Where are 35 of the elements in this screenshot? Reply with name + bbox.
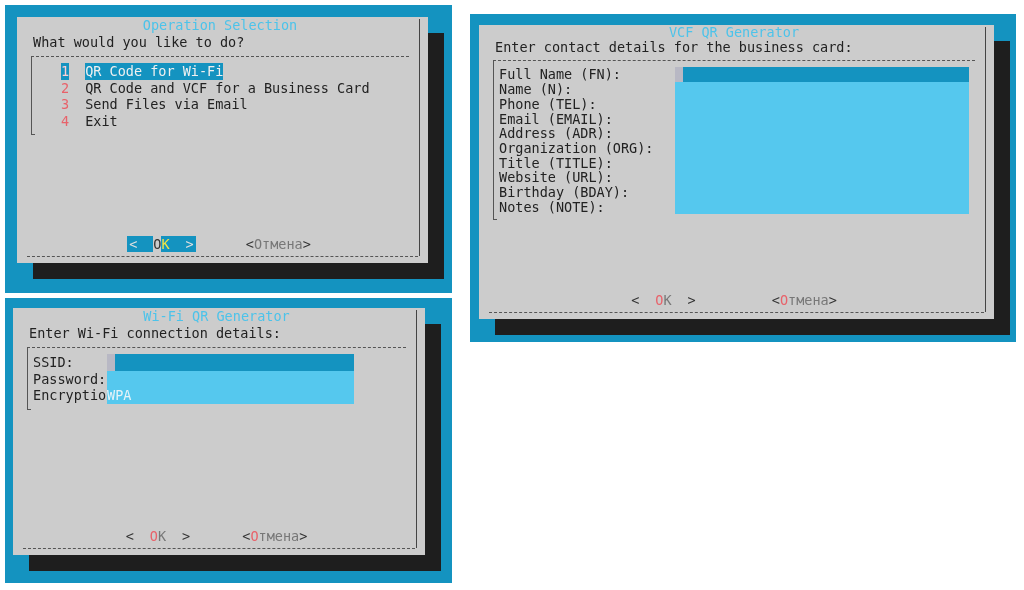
dialog-button[interactable]: <Отмена> — [240, 527, 310, 544]
dialog-button[interactable]: < OK > — [629, 293, 698, 308]
menu-item-number: 1 — [61, 63, 70, 80]
input-field[interactable] — [675, 82, 969, 97]
dialog-title: Operation Selection — [141, 17, 299, 34]
dialog-prompt: What would you like to do? — [32, 33, 246, 50]
input-field[interactable] — [107, 354, 354, 371]
field-label: Name (N): — [499, 82, 574, 97]
field-label: Address (ADR): — [499, 126, 614, 141]
dialog-prompt: Enter Wi-Fi connection details: — [28, 324, 282, 341]
field-label: Phone (TEL): — [499, 96, 598, 112]
field-label: Title (TITLE): — [499, 155, 613, 171]
field-label: Website (URL): — [499, 170, 614, 186]
field-label: Birthday (BDAY): — [499, 185, 631, 200]
field-label: Notes (NOTE): — [499, 199, 605, 215]
dialog-button[interactable]: < OK > — [123, 527, 193, 544]
field-label: SSID: — [33, 354, 75, 371]
field-label: Password: — [33, 370, 107, 387]
field-label: Encryptio — [33, 387, 107, 404]
dialog-prompt: Enter contact details for the business card: — [494, 39, 854, 55]
dialog-button[interactable]: <Отмена> — [769, 293, 839, 308]
menu-item-number: 3 — [61, 96, 70, 113]
input-field[interactable] — [675, 67, 969, 83]
dialog-title: Wi-Fi QR Generator — [142, 308, 291, 325]
menu-item-number: 4 — [61, 112, 70, 129]
menu-item[interactable]: Exit — [85, 112, 118, 129]
dialog-button[interactable]: <Отмена> — [243, 235, 313, 252]
dialog-title: VCF QR Generator — [667, 25, 800, 40]
menu-item-number: 2 — [61, 79, 70, 96]
menu-item[interactable]: QR Code and VCF for a Business Card — [85, 79, 370, 96]
field-label: Organization (ORG): — [499, 140, 655, 156]
field-label: Full Name (FN): — [499, 67, 622, 83]
field-label: Email (EMAIL): — [499, 111, 614, 127]
menu-item[interactable]: Send Files via Email — [85, 96, 248, 113]
dialog-button[interactable]: < OK > — [127, 235, 196, 252]
